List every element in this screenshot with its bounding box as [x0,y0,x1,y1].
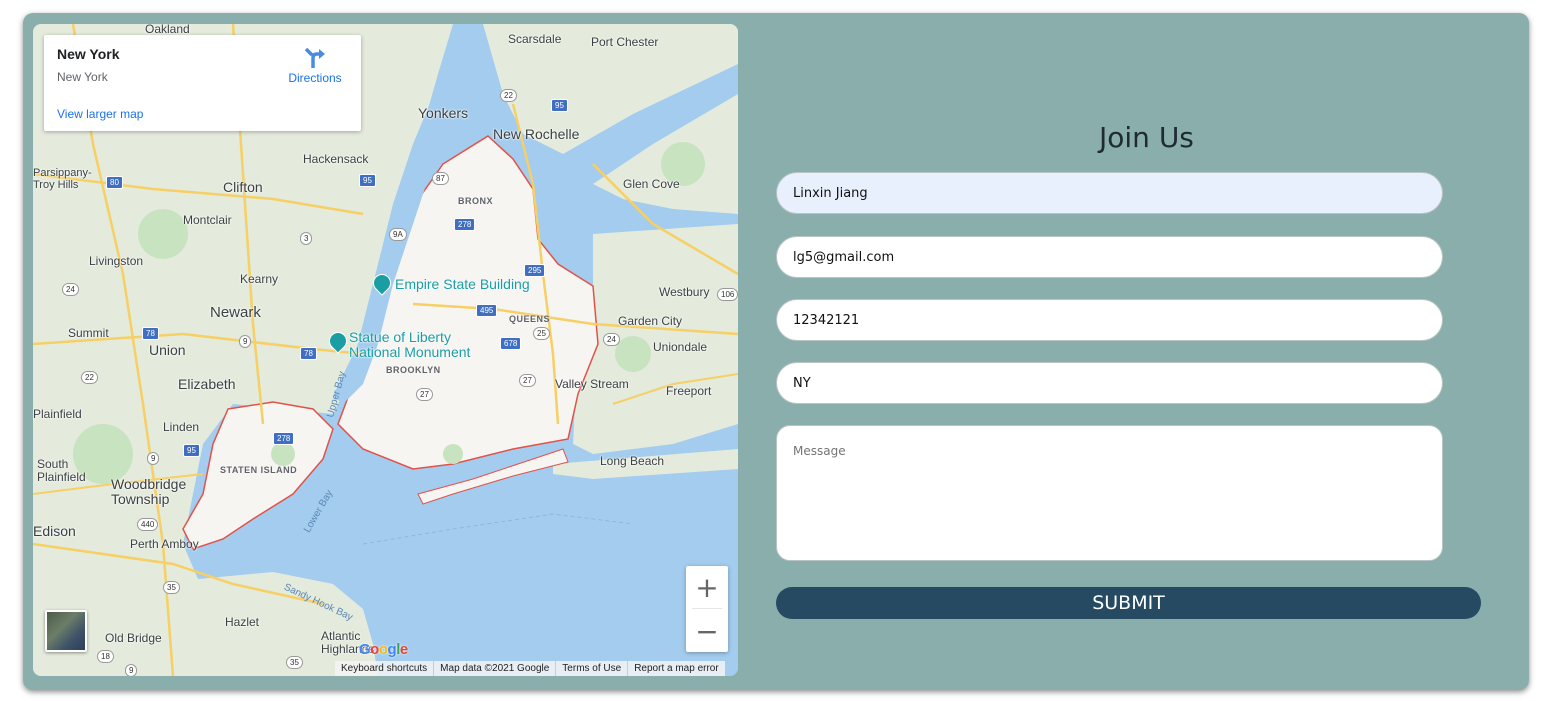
poi-national-monument[interactable]: National Monument [349,345,470,360]
map-label-linden: Linden [163,420,200,434]
route-shield: 35 [163,581,180,594]
route-shield: 678 [500,337,522,350]
map-label-bronx: BRONX [458,196,494,206]
route-shield: 87 [432,172,449,185]
route-shield: 295 [524,264,546,277]
map-attribution: Keyboard shortcuts Map data ©2021 Google… [335,661,725,676]
route-shield: 18 [97,650,114,663]
poi-statue-of-liberty[interactable]: Statue of Liberty [349,330,451,345]
map-label-summit: Summit [68,326,109,340]
route-shield: 80 [106,176,123,189]
map-label-long-beach: Long Beach [600,454,665,468]
place-info-card: New York New York View larger map Direct… [44,35,361,131]
phone-input[interactable] [776,299,1443,341]
map-label-edison: Edison [33,523,76,539]
zoom-divider [692,608,722,609]
embedded-map[interactable]: Oakland Scarsdale Port Chester Yonkers N… [33,24,738,676]
contact-card: Oakland Scarsdale Port Chester Yonkers N… [23,13,1529,690]
place-title: New York [57,46,120,62]
route-shield: 495 [476,304,498,317]
satellite-toggle-button[interactable] [45,610,87,652]
map-label-port-chester: Port Chester [591,35,659,49]
route-shield: 25 [533,327,550,340]
map-label-hackensack: Hackensack [303,152,369,166]
zoom-out-button[interactable]: − [686,610,728,652]
map-label-woodbridge: Woodbridge Township [111,476,187,507]
route-shield: 78 [300,347,317,360]
map-label-new-rochelle: New Rochelle [493,126,580,142]
route-shield: 22 [81,371,98,384]
route-shield: 9A [389,228,407,241]
map-label-union: Union [149,342,186,358]
map-label-freeport: Freeport [666,384,712,398]
map-label-montclair: Montclair [183,213,232,227]
email-input[interactable] [776,236,1443,278]
route-shield: 278 [273,432,295,445]
report-map-error-link[interactable]: Report a map error [627,661,724,676]
route-shield: 27 [519,374,536,387]
route-shield: 95 [183,444,200,457]
zoom-in-button[interactable]: + [686,566,728,608]
map-data-credit: Map data ©2021 Google [433,661,555,676]
map-label-kearny: Kearny [240,272,279,286]
route-shield: 35 [286,656,303,669]
route-shield: 24 [603,333,620,346]
map-label-westbury: Westbury [659,285,710,299]
map-label-garden-city: Garden City [618,314,683,328]
map-label-parsippany: Parsippany-Troy Hills [33,167,92,191]
map-label-glen-cove: Glen Cove [623,177,680,191]
map-label-brooklyn: BROOKLYN [386,365,441,375]
place-subtitle: New York [57,70,108,84]
map-label-south-plainfield: South Plainfield [37,457,86,484]
map-label-elizabeth: Elizabeth [178,376,236,392]
route-shield: 278 [454,218,476,231]
terms-of-use-link[interactable]: Terms of Use [555,661,627,676]
map-label-plainfield: Plainfield [33,407,82,421]
form-title: Join Us [1099,121,1194,154]
route-shield: 27 [416,388,433,401]
state-input[interactable] [776,362,1443,404]
poi-empire-state[interactable]: Empire State Building [395,277,530,292]
directions-button[interactable]: Directions [285,47,345,85]
map-label-scarsdale: Scarsdale [508,32,562,46]
directions-label: Directions [288,71,342,85]
route-shield: 95 [551,99,568,112]
route-shield: 106 [717,288,738,301]
route-shield: 9 [125,664,138,676]
map-label-clifton: Clifton [223,179,263,195]
map-label-valley-stream: Valley Stream [555,377,629,391]
route-shield: 78 [142,327,159,340]
map-label-yonkers: Yonkers [418,105,469,121]
route-shield: 24 [62,283,79,296]
keyboard-shortcuts-link[interactable]: Keyboard shortcuts [335,661,433,676]
map-label-livingston: Livingston [89,254,144,268]
map-label-newark: Newark [210,304,261,321]
zoom-control: + − [686,566,728,652]
route-shield: 22 [500,89,517,102]
map-label-perth-amboy: Perth Amboy [130,537,199,551]
map-label-staten-island: STATEN ISLAND [220,465,298,475]
name-input[interactable] [776,172,1443,214]
directions-icon [304,47,325,68]
map-label-old-bridge: Old Bridge [105,631,162,645]
map-label-hazlet: Hazlet [225,615,260,629]
route-shield: 440 [137,518,159,531]
map-label-queens: QUEENS [509,314,551,324]
message-textarea[interactable] [776,425,1443,561]
route-shield: 95 [359,174,376,187]
view-larger-map-link[interactable]: View larger map [57,107,143,121]
submit-button[interactable]: SUBMIT [776,587,1481,619]
map-label-uniondale: Uniondale [653,340,708,354]
google-logo: Google [359,641,408,658]
